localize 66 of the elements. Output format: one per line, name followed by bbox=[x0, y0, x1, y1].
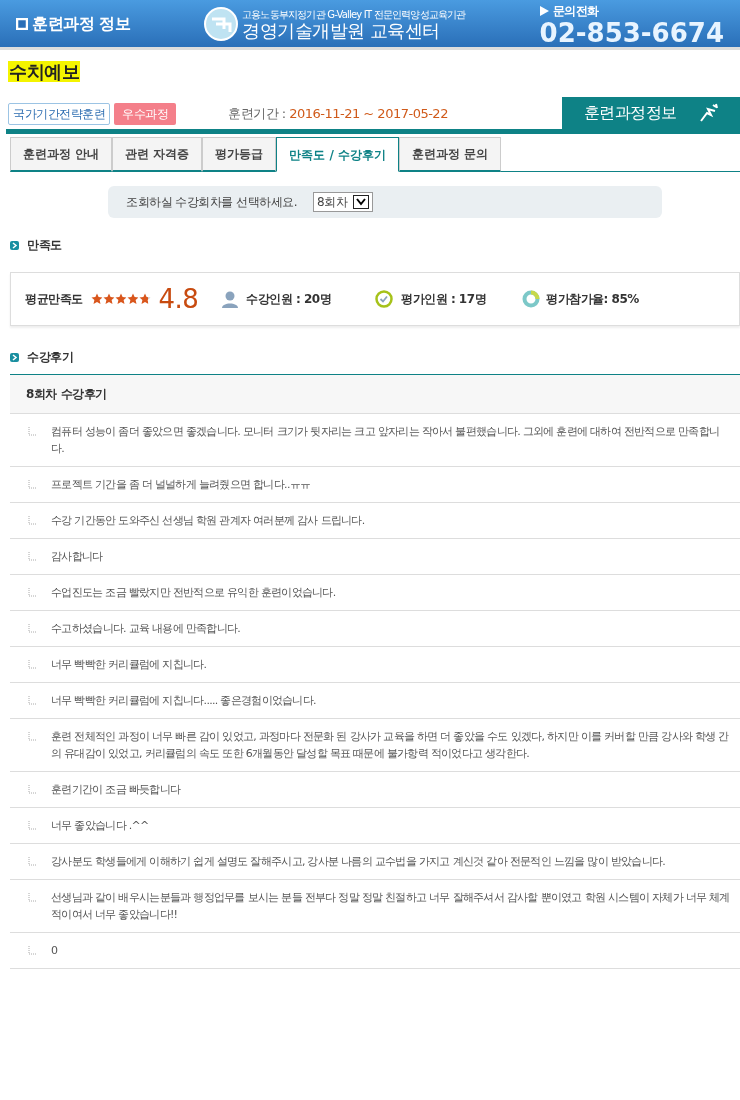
star-icon bbox=[114, 293, 127, 305]
tree-branch-icon bbox=[28, 588, 37, 597]
star-icon bbox=[102, 293, 115, 305]
tab[interactable]: 훈련과정 문의 bbox=[399, 137, 502, 172]
participation-rate: 평가참가율: 85% bbox=[546, 291, 639, 308]
donut-icon bbox=[522, 290, 541, 308]
section-heading: 수강후기 bbox=[27, 349, 73, 366]
review-text: 컴퓨터 성능이 좀더 좋았으면 좋겠습니다. 모니터 크기가 뒷자리는 크고 앞자리는 작아서 불편했습니다. 그외에 훈련에 대하여 전반적으로 만족합니다. bbox=[51, 424, 721, 457]
tree-branch-icon bbox=[28, 480, 37, 489]
star-icon bbox=[126, 293, 139, 305]
person-icon bbox=[222, 290, 239, 308]
evaluated-count: 평가인원 : 17명 bbox=[401, 291, 487, 308]
tree-branch-icon bbox=[28, 785, 37, 794]
tab[interactable]: 평가등급 bbox=[202, 137, 277, 172]
review-text: 수강 기간동안 도와주신 선생님 학원 관계자 여러분께 감사 드립니다. bbox=[51, 513, 365, 529]
tree-branch-icon bbox=[28, 427, 37, 436]
review-text: 수업진도는 조금 빨랐지만 전반적으로 유익한 훈련이었습니다. bbox=[51, 585, 336, 601]
training-period: 훈련기간 : 2016-11-21 ~ 2017-05-22 bbox=[228, 105, 448, 124]
tab[interactable]: 만족도 / 수강후기 bbox=[276, 137, 400, 172]
tree-branch-icon bbox=[28, 624, 37, 633]
review-text: 훈련기간이 조금 빠듯합니다 bbox=[51, 782, 181, 798]
banner-title: 훈련과정정보 bbox=[583, 102, 677, 124]
contact-label: 문의전화 bbox=[552, 2, 599, 20]
review-text: 프로젝트 기간을 좀 더 널널하게 늘려줬으면 합니다..ㅠㅠ bbox=[51, 477, 311, 493]
review-text: 0 bbox=[51, 943, 58, 959]
tree-branch-icon bbox=[28, 821, 37, 830]
review-text: 너무 빡빡한 커리큘럼에 지칩니다..... 좋은경험이었습니다. bbox=[51, 693, 316, 709]
check-circle-icon bbox=[375, 290, 394, 308]
star-icon bbox=[138, 293, 151, 305]
play-icon bbox=[539, 5, 549, 16]
org-subtitle: 고용노동부지정기관 G-Valley IT 전문인력양성교육기관 bbox=[242, 8, 466, 22]
tab[interactable]: 훈련과정 안내 bbox=[10, 137, 113, 172]
enrolled-count: 수강인원 : 20명 bbox=[246, 291, 332, 308]
tree-branch-icon bbox=[28, 516, 37, 525]
phone-number: 02-853-6674 bbox=[539, 19, 724, 46]
bullet-icon bbox=[10, 352, 19, 362]
course-tag: 국가기간전략훈련 bbox=[8, 103, 110, 125]
bullet-icon bbox=[10, 240, 19, 250]
section-heading: 만족도 bbox=[27, 237, 62, 254]
review-text: 강사분도 학생들에게 이해하기 쉽게 설명도 잘해주시고, 강사분 나름의 교수법을 가지고 계신것 같아 전문적인 느낌을 많이 받았습니다. bbox=[51, 854, 666, 870]
org-name: 경영기술개발원 교육센터 bbox=[242, 22, 441, 40]
course-tag: 우수과정 bbox=[114, 103, 176, 125]
average-label: 평균만족도 bbox=[25, 291, 83, 308]
review-text: 너무 빡빡한 커리큘럼에 지칩니다. bbox=[51, 657, 207, 673]
tree-branch-icon bbox=[28, 660, 37, 669]
tree-branch-icon bbox=[28, 893, 37, 902]
tree-branch-icon bbox=[28, 696, 37, 705]
review-text: 감사합니다 bbox=[51, 549, 103, 565]
tree-branch-icon bbox=[28, 857, 37, 866]
dropdown-arrow-icon bbox=[353, 195, 370, 209]
average-score: 4.8 bbox=[158, 286, 199, 312]
page-title: 훈련과정 정보 bbox=[32, 12, 131, 35]
tab[interactable]: 관련 자격증 bbox=[112, 137, 203, 172]
course-title: 수치예보 bbox=[8, 61, 80, 82]
review-text: 너무 좋았습니다 .^^ bbox=[51, 818, 149, 834]
round-select[interactable]: 8회차 bbox=[312, 192, 374, 212]
review-text: 훈련 전체적인 과정이 너무 빠른 감이 있었고, 과정마다 전문화 된 강사가 교육을 하면 더 좋았을 수도 있겠다, 하지만 이를 커버할 만큼 강사와 학생 간의 유대감이 있었고, 커리큘럼의 속도 또한 6개월동안 달성할 목표 때문에 불가항력 적이었다고 생각한다. bbox=[51, 729, 730, 762]
tree-branch-icon bbox=[28, 946, 37, 955]
filter-label: 조회하실 수강회차를 선택하세요. bbox=[126, 194, 297, 211]
review-text: 수고하셨습니다. 교육 내용에 만족합니다. bbox=[51, 621, 241, 637]
logo-icon bbox=[204, 6, 239, 41]
reviews-title: 8회차 수강후기 bbox=[26, 387, 107, 401]
star-icon bbox=[90, 293, 103, 305]
tree-branch-icon bbox=[28, 552, 37, 561]
review-text: 선생님과 같이 배우시는분들과 행정업무를 보시는 분들 전부다 정말 정말 친절하고 너무 잘해주셔서 감사할 뿐이였고 학원 시스템이 자체가 너무 체계적이여서 너무 좋았습니다!! bbox=[51, 890, 731, 923]
tree-branch-icon bbox=[28, 732, 37, 741]
